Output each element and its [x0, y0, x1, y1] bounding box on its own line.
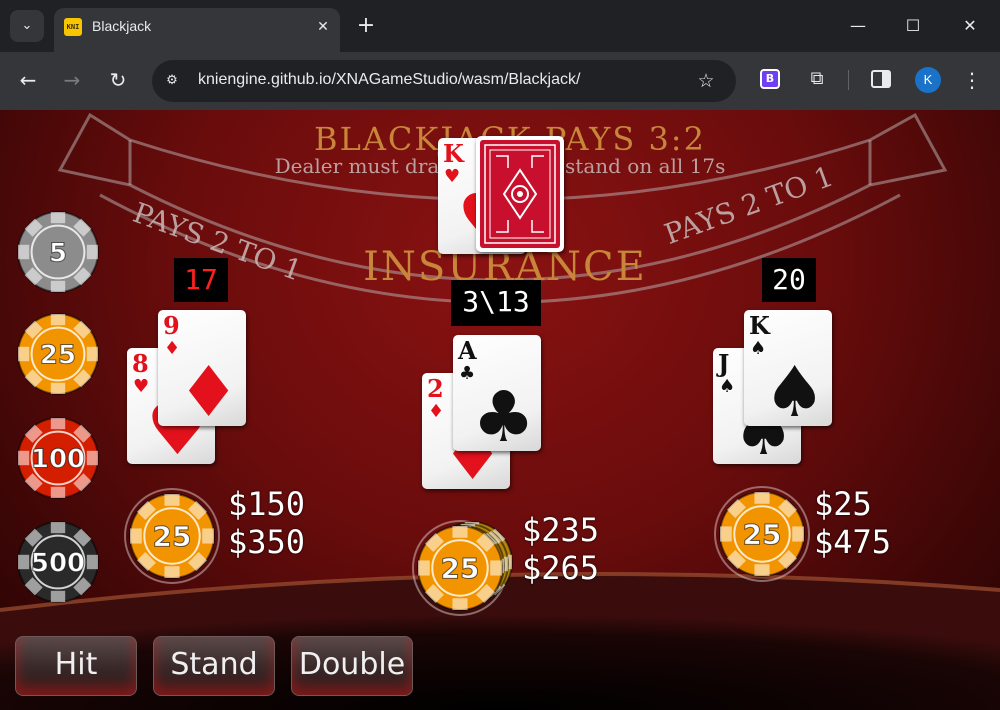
dealer-card-back: [476, 136, 564, 252]
card-rank: J: [718, 349, 730, 378]
player1-bet-chip: 25: [129, 493, 215, 579]
player1-bet: $150: [228, 485, 306, 523]
minimize-icon[interactable]: —: [838, 8, 878, 44]
menu-dots-icon[interactable]: ⋮: [960, 66, 984, 94]
chip-value: 25: [441, 552, 480, 585]
card-rank: 2: [427, 374, 444, 403]
player2-bet-chip: 25: [417, 525, 503, 611]
player3-bet-chip: 25: [719, 491, 805, 577]
chip-value: 25: [743, 518, 782, 551]
player2-balance: $265: [522, 549, 600, 587]
profile-avatar[interactable]: K: [915, 67, 941, 93]
tab-blackjack[interactable]: KNI Blackjack ✕: [54, 8, 340, 52]
card-rank: K: [749, 311, 770, 340]
chip-100[interactable]: 100: [14, 414, 102, 502]
card-big-suit: ♦: [177, 351, 240, 426]
window-close-icon[interactable]: ✕: [950, 8, 990, 44]
card-rank: A: [458, 336, 477, 365]
side-panel-icon[interactable]: [870, 68, 892, 90]
player3-score: 20: [762, 258, 816, 302]
forward-icon[interactable]: →: [56, 64, 88, 96]
chip-value: 500: [31, 548, 85, 578]
close-icon[interactable]: ✕: [312, 16, 334, 38]
chip-500[interactable]: 500: [14, 518, 102, 606]
site-info-icon[interactable]: ⚙: [162, 71, 182, 91]
chip-value: 5: [49, 238, 67, 268]
new-tab-icon[interactable]: +: [352, 12, 380, 40]
tab-title: Blackjack: [92, 18, 152, 34]
card-big-suit: ♠: [763, 351, 826, 426]
player3-bet: $25: [814, 485, 872, 523]
double-button[interactable]: Double: [291, 636, 413, 696]
player1-card-2: 9 ♦ ♦: [158, 310, 246, 426]
tab-strip: ⌄ KNI Blackjack ✕ + — ☐ ✕: [0, 0, 1000, 52]
card-rank: K: [443, 139, 464, 168]
hit-button[interactable]: Hit: [15, 636, 137, 696]
toolbar-divider: [848, 70, 849, 90]
player2-card-2: A ♣ ♣: [453, 335, 541, 451]
maximize-icon[interactable]: ☐: [893, 8, 933, 44]
chip-5[interactable]: 5: [14, 208, 102, 296]
player2-bet: $235: [522, 511, 600, 549]
card-rank: 8: [132, 349, 149, 378]
extensions-puzzle-icon[interactable]: ⧉: [804, 66, 830, 92]
back-icon[interactable]: ←: [12, 64, 44, 96]
favicon-icon: KNI: [64, 18, 82, 36]
player1-balance: $350: [228, 523, 306, 561]
stand-button[interactable]: Stand: [153, 636, 275, 696]
player3-balance: $475: [814, 523, 892, 561]
player3-card-2: K ♠ ♠: [744, 310, 832, 426]
chip-value: 25: [153, 520, 192, 553]
tab-search-icon[interactable]: ⌄: [10, 10, 44, 42]
extension-b-icon[interactable]: B: [760, 69, 780, 89]
url-text[interactable]: kniengine.github.io/XNAGameStudio/wasm/B…: [198, 71, 580, 89]
player1-score: 17: [174, 258, 228, 302]
browser-toolbar: ← → ↻ ⚙ kniengine.github.io/XNAGameStudi…: [0, 52, 1000, 110]
chip-value: 100: [31, 444, 85, 474]
chip-25[interactable]: 25: [14, 310, 102, 398]
card-rank: 9: [163, 311, 180, 340]
chip-value: 25: [40, 340, 76, 370]
reload-icon[interactable]: ↻: [102, 64, 134, 96]
player2-score: 3\13: [451, 280, 541, 326]
blackjack-table: BLACKJACK PAYS 3:2 Dealer must draw to 1…: [0, 110, 1000, 710]
bookmark-star-icon[interactable]: ☆: [694, 69, 718, 93]
card-big-suit: ♣: [472, 376, 535, 451]
address-bar[interactable]: ⚙ kniengine.github.io/XNAGameStudio/wasm…: [152, 60, 736, 102]
